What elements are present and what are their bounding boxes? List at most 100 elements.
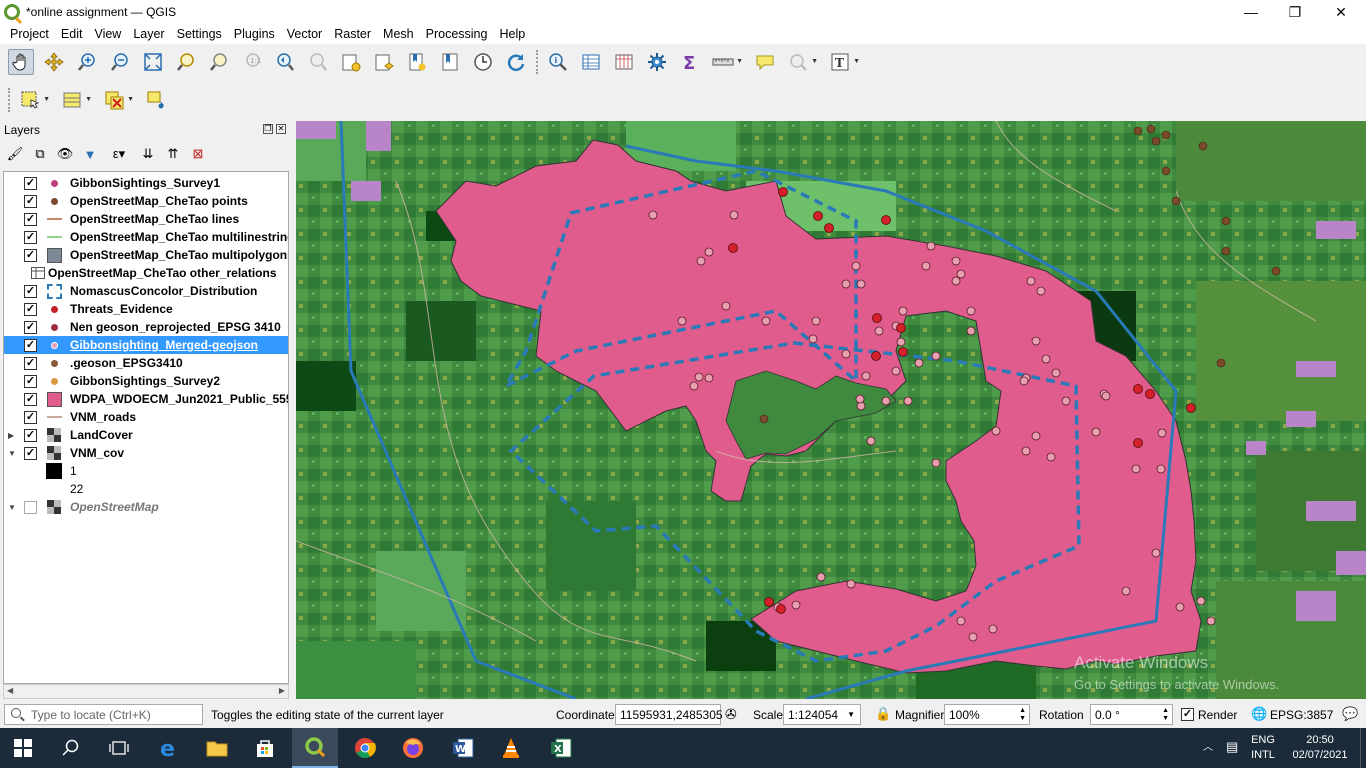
- menu-help[interactable]: Help: [493, 27, 531, 41]
- zoom-to-selection-icon[interactable]: [173, 49, 199, 75]
- map-tips-icon[interactable]: [752, 49, 778, 75]
- close-button[interactable]: ✕: [1318, 0, 1364, 24]
- menu-plugins[interactable]: Plugins: [228, 27, 281, 41]
- layer-row[interactable]: ✓ .geoson_EPSG3410: [4, 354, 288, 372]
- magnifier-spinbox[interactable]: 100% ▲ ▼: [944, 704, 1030, 725]
- edge-browser-icon[interactable]: e: [146, 728, 192, 768]
- qgis-taskbar-icon[interactable]: [292, 728, 338, 768]
- crs-button[interactable]: EPSG:3857: [1270, 708, 1333, 722]
- layer-row[interactable]: ✓ GibbonSightings_Survey1: [4, 174, 288, 192]
- menu-vector[interactable]: Vector: [281, 27, 328, 41]
- vlc-icon[interactable]: [488, 728, 534, 768]
- pan-hand-icon[interactable]: [8, 49, 34, 75]
- new-map-view-icon[interactable]: [338, 49, 364, 75]
- toolbar-handle[interactable]: [536, 50, 539, 74]
- menu-raster[interactable]: Raster: [328, 27, 377, 41]
- layer-row[interactable]: ✓ WDPA_WDOECM_Jun2021_Public_55559: [4, 390, 288, 408]
- expand-arrow-icon[interactable]: ▶: [8, 431, 14, 440]
- layer-visibility-checkbox[interactable]: ✓: [24, 230, 37, 244]
- menu-layer[interactable]: Layer: [127, 27, 170, 41]
- tray-chevron-up-icon[interactable]: ︿: [1203, 740, 1213, 755]
- search-icon[interactable]: [48, 728, 94, 768]
- map-svg[interactable]: Activate Windows Go to Settings to activ…: [296, 121, 1366, 699]
- input-language-indicator[interactable]: ENG INTL: [1245, 733, 1281, 763]
- zoom-out-icon[interactable]: [107, 49, 133, 75]
- zoom-last-icon[interactable]: [272, 49, 298, 75]
- field-calculator-icon[interactable]: [611, 49, 637, 75]
- open-attribute-table-icon[interactable]: [578, 49, 604, 75]
- manage-visibility-eye-icon[interactable]: 👁: [56, 145, 74, 163]
- notification-icon[interactable]: ▤: [1226, 739, 1238, 754]
- word-icon[interactable]: W: [440, 728, 486, 768]
- render-checkbox[interactable]: ✓: [1181, 708, 1194, 721]
- task-view-icon[interactable]: [96, 728, 142, 768]
- coordinate-field[interactable]: 11595931,2485305: [615, 704, 723, 725]
- layer-row[interactable]: ▼ ✓ VNM_cov: [4, 444, 288, 462]
- messages-icon[interactable]: 💬: [1342, 706, 1358, 722]
- style-manager-brush-icon[interactable]: 🖌: [6, 145, 24, 163]
- menu-processing[interactable]: Processing: [420, 27, 494, 41]
- lock-scale-icon[interactable]: 🔒: [875, 706, 891, 722]
- refresh-icon[interactable]: [503, 49, 529, 75]
- layer-row[interactable]: 1: [4, 462, 288, 480]
- remove-layer-icon[interactable]: ⊠: [189, 145, 207, 163]
- show-bookmarks-icon[interactable]: [437, 49, 463, 75]
- collapse-arrow-icon[interactable]: ▼: [8, 449, 16, 458]
- layer-visibility-checkbox[interactable]: ✓: [24, 176, 37, 190]
- zoom-to-layer-icon[interactable]: [206, 49, 232, 75]
- rotation-spinbox[interactable]: 0.0 ° ▲ ▼: [1090, 704, 1173, 725]
- layer-visibility-checkbox[interactable]: ✓: [24, 338, 37, 352]
- deselect-features-icon[interactable]: ▼: [101, 87, 134, 113]
- expand-all-icon[interactable]: ⇊: [139, 145, 157, 163]
- layer-row[interactable]: ✓ GibbonSightings_Survey2: [4, 372, 288, 390]
- layer-row[interactable]: ✓ OpenStreetMap_CheTao multilinestrings: [4, 228, 288, 246]
- toggle-extents-icon[interactable]: ✇: [725, 706, 737, 723]
- layer-row[interactable]: ✓ Gibbonsighting_Merged-geojson: [4, 336, 288, 354]
- measure-line-icon[interactable]: ▼: [710, 49, 743, 75]
- map-canvas[interactable]: Activate Windows Go to Settings to activ…: [296, 121, 1366, 699]
- layer-visibility-checkbox[interactable]: ✓: [24, 284, 37, 298]
- layer-row[interactable]: ▶ ✓ LandCover: [4, 426, 288, 444]
- layer-visibility-checkbox[interactable]: ✓: [24, 212, 37, 226]
- layer-visibility-checkbox[interactable]: ✓: [24, 446, 37, 460]
- excel-icon[interactable]: X: [538, 728, 584, 768]
- text-annotation-icon[interactable]: T ▼: [827, 49, 860, 75]
- locator-search-icon[interactable]: ▼: [785, 49, 818, 75]
- layers-horizontal-scrollbar[interactable]: ◀ ▶: [3, 684, 289, 699]
- layer-row[interactable]: ✓ OpenStreetMap_CheTao lines: [4, 210, 288, 228]
- layer-visibility-checkbox[interactable]: ✓: [24, 194, 37, 208]
- add-group-icon[interactable]: ⧉: [31, 145, 49, 163]
- filter-legend-icon[interactable]: ▼: [81, 145, 99, 163]
- layer-visibility-checkbox[interactable]: ✓: [24, 320, 37, 334]
- zoom-next-icon[interactable]: [305, 49, 331, 75]
- new-3d-map-view-icon[interactable]: [371, 49, 397, 75]
- maximize-button[interactable]: ❐: [1272, 0, 1318, 24]
- layer-visibility-checkbox[interactable]: ✓: [24, 374, 37, 388]
- filter-expression-icon[interactable]: ε▾: [106, 145, 132, 163]
- pan-to-selection-icon[interactable]: [41, 49, 67, 75]
- menu-settings[interactable]: Settings: [171, 27, 228, 41]
- zoom-in-icon[interactable]: [74, 49, 100, 75]
- layer-visibility-checkbox[interactable]: ✓: [24, 428, 37, 442]
- identify-features-icon[interactable]: i: [545, 49, 571, 75]
- layer-visibility-checkbox[interactable]: ✓: [24, 356, 37, 370]
- store-icon[interactable]: [242, 728, 288, 768]
- windows-start-icon[interactable]: [0, 728, 46, 768]
- file-explorer-icon[interactable]: [194, 728, 240, 768]
- float-panel-icon[interactable]: ❐: [263, 124, 273, 134]
- select-by-location-icon[interactable]: [143, 87, 169, 113]
- menu-edit[interactable]: Edit: [55, 27, 89, 41]
- layer-visibility-checkbox[interactable]: ✓: [24, 392, 37, 406]
- layer-visibility-checkbox[interactable]: ✓: [24, 302, 37, 316]
- layer-row[interactable]: ✓ Threats_Evidence: [4, 300, 288, 318]
- layer-row[interactable]: ✓ NomascusConcolor_Distribution: [4, 282, 288, 300]
- clock[interactable]: 20:50 02/07/2021: [1287, 733, 1353, 763]
- select-features-icon[interactable]: ▼: [17, 87, 50, 113]
- locator-search-input[interactable]: Type to locate (Ctrl+K): [4, 704, 203, 725]
- minimize-button[interactable]: —: [1228, 0, 1274, 24]
- layer-row[interactable]: ✓ VNM_roads: [4, 408, 288, 426]
- statistics-sigma-icon[interactable]: Σ: [677, 49, 703, 75]
- new-bookmark-icon[interactable]: [404, 49, 430, 75]
- show-desktop-button[interactable]: [1360, 728, 1361, 768]
- toolbox-gear-icon[interactable]: [644, 49, 670, 75]
